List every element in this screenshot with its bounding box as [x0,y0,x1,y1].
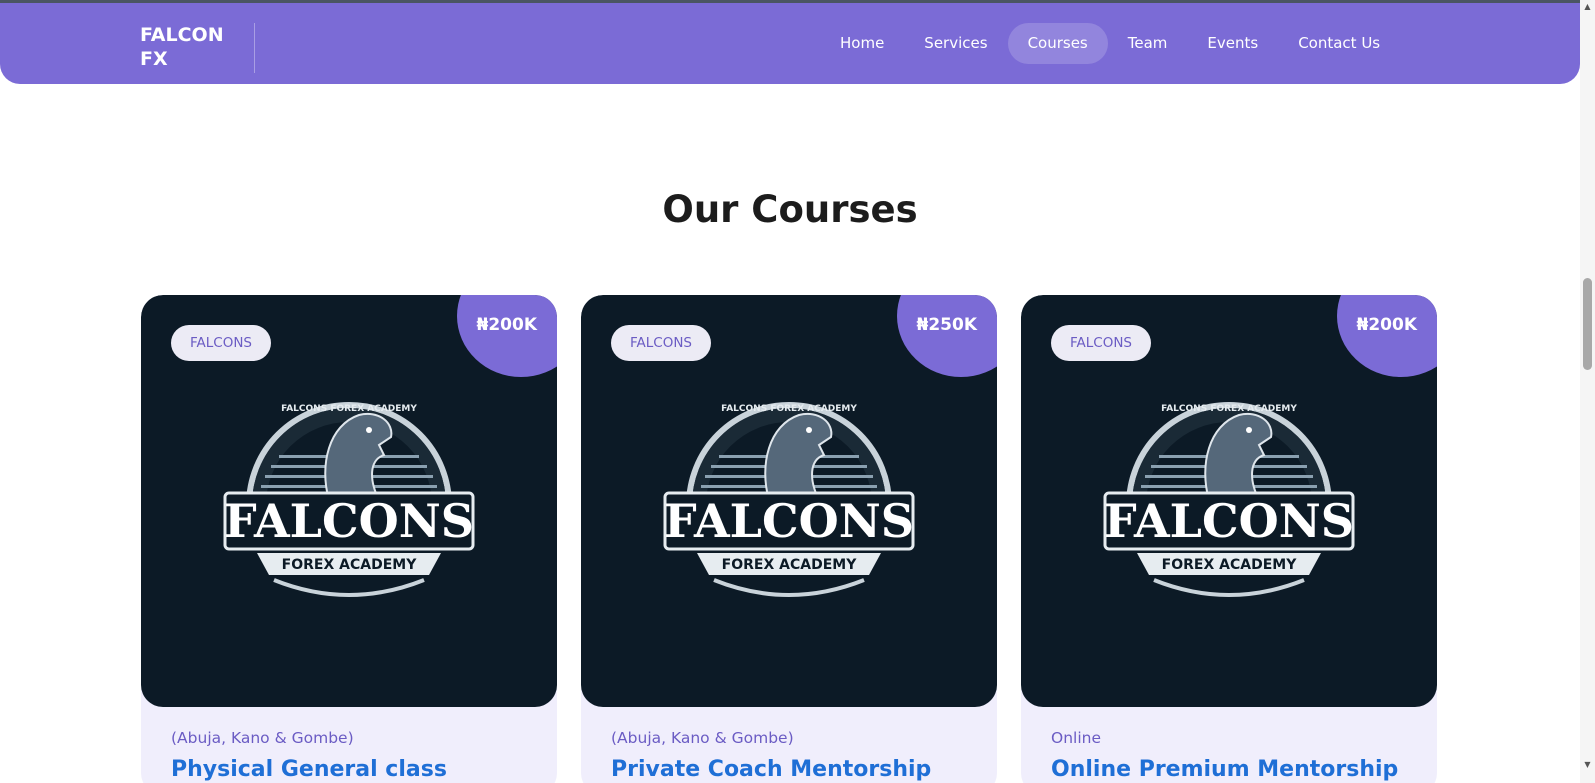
logo-arc-text: FALCONS FOREX ACADEMY [281,404,417,414]
price-badge [897,295,997,377]
falcons-logo: FALCONS FOREX ACADEMY FALCONS FOREX ACAD… [219,385,479,615]
chevron-down-icon[interactable]: ▼ [1583,760,1592,769]
course-body: (Abuja, Kano & Gombe) Private Coach Ment… [581,707,997,782]
navbar: FALCON FX Home Services Courses Team Eve… [0,3,1580,84]
course-body: Online Online Premium Mentorship [1021,707,1437,782]
price-badge [1337,295,1437,377]
price-badge [457,295,557,377]
course-location: (Abuja, Kano & Gombe) [611,729,794,747]
course-body: (Abuja, Kano & Gombe) Physical General c… [141,707,557,782]
course-image: ₦200K FALCONS FALCONS FOREX ACADEMY FALC… [1021,295,1437,707]
nav-links: Home Services Courses Team Events Contac… [820,23,1400,64]
course-card[interactable]: ₦200K FALCONS FALCONS FOREX ACADEMY FALC… [1021,295,1437,783]
course-image: ₦250K FALCONS FALCONS FOREX ACADEMY FALC… [581,295,997,707]
logo-main-text: FALCONS [224,494,474,548]
course-title-link[interactable]: Online Premium Mentorship [1051,757,1407,782]
price-text: ₦250K [916,315,978,335]
nav-link-team[interactable]: Team [1108,23,1188,64]
falcons-logo: FALCONS FOREX ACADEMY FALCONS FOREX ACAD… [659,385,919,615]
logo-arc-text: FALCONS FOREX ACADEMY [1161,404,1297,414]
course-location: (Abuja, Kano & Gombe) [171,729,354,747]
course-title-link[interactable]: Private Coach Mentorship [611,757,967,782]
course-location: Online [1051,729,1101,747]
course-tag[interactable]: FALCONS [171,325,272,361]
section-title: Our Courses [662,188,918,231]
course-card[interactable]: ₦200K FALCONS FALCONS FOREX ACADEMY FALC… [141,295,557,783]
logo-main-text: FALCONS [664,494,914,548]
course-tag[interactable]: FALCONS [1051,325,1152,361]
nav-link-events[interactable]: Events [1187,23,1278,64]
logo-main-text: FALCONS [1104,494,1354,548]
scrollbar-thumb[interactable] [1583,278,1592,370]
nav-link-contact-us[interactable]: Contact Us [1278,23,1400,64]
course-tag[interactable]: FALCONS [611,325,712,361]
nav-link-home[interactable]: Home [820,23,904,64]
logo-sub-text: FOREX ACADEMY [722,557,858,573]
brand-logo[interactable]: FALCON FX [140,23,250,71]
price-text: ₦200K [1356,315,1418,335]
logo-sub-text: FOREX ACADEMY [1162,557,1298,573]
price-text: ₦200K [476,315,538,335]
course-image: ₦200K FALCONS FALCONS FOREX ACADEMY FALC… [141,295,557,707]
logo-arc-text: FALCONS FOREX ACADEMY [721,404,857,414]
nav-link-courses[interactable]: Courses [1007,23,1108,64]
page-scrollbar[interactable]: ▲ ▼ [1580,0,1595,783]
course-card[interactable]: ₦250K FALCONS FALCONS FOREX ACADEMY FALC… [581,295,997,783]
brand-divider [254,23,255,73]
logo-sub-text: FOREX ACADEMY [282,557,418,573]
falcons-logo: FALCONS FOREX ACADEMY FALCONS FOREX ACAD… [1099,385,1359,615]
course-title-link[interactable]: Physical General class [171,757,527,782]
nav-link-services[interactable]: Services [904,23,1007,64]
chevron-up-icon[interactable]: ▲ [1583,2,1592,11]
